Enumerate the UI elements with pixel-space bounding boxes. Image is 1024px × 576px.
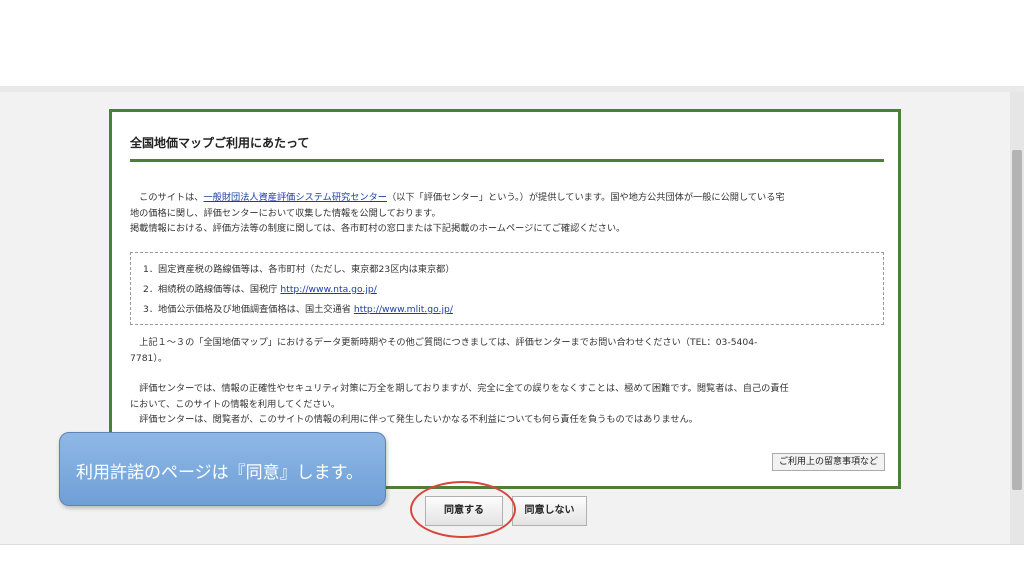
highlight-circle: [410, 481, 516, 538]
contact-paragraph: 上記１～３の「全国地価マップ」におけるデータ更新時期やその他ご質問につきましては…: [130, 335, 890, 366]
intro-line-2: 地の価格に関し、評価センターにおいて収集した情報を公開しております。: [130, 207, 441, 219]
dialog-title: 全国地価マップご利用にあたって: [130, 136, 310, 150]
browser-top-area: [0, 0, 1024, 86]
list-item: 2．相続税の路線価等は、国税庁 http://www.nta.go.jp/: [143, 280, 883, 300]
disclaimer-paragraph: 評価センターでは、情報の正確性やセキュリティ対策に万全を期しておりますが、完全に…: [130, 381, 890, 428]
center-link[interactable]: 一般財団法人資産評価システム研究センター: [204, 192, 387, 203]
contact-line-2: 7781）。: [130, 352, 168, 364]
intro-line-3: 掲載情報における、評価方法等の制度に関しては、各市町村の窓口または下記掲載のホー…: [130, 223, 626, 234]
usage-notes-button[interactable]: ご利用上の留意事項など: [772, 453, 885, 471]
disclaimer-line-3: 評価センターは、閲覧者が、このサイトの情報の利用に伴って発生したいかなる不利益に…: [130, 414, 698, 425]
list-item-text: 3．地価公示価格及び地価調査価格は、国土交通省: [143, 304, 354, 315]
mlit-link[interactable]: http://www.mlit.go.jp/: [354, 304, 453, 315]
bottom-strip: [0, 544, 1024, 576]
vertical-scrollbar[interactable]: [1010, 92, 1024, 544]
intro-text-pre: このサイトは、: [130, 192, 204, 203]
title-divider: [130, 159, 884, 162]
callout-text: 利用許諾のページは『同意』します。: [76, 463, 363, 483]
list-item: 1．固定資産税の路線価等は、各市町村（ただし、東京都23区内は東京都）: [143, 264, 455, 275]
instruction-callout: 利用許諾のページは『同意』します。: [59, 432, 386, 506]
contact-line-1: 上記１～３の「全国地価マップ」におけるデータ更新時期やその他ご質問につきましては…: [130, 337, 758, 348]
list-item: 3．地価公示価格及び地価調査価格は、国土交通省 http://www.mlit.…: [143, 300, 883, 320]
intro-text-post: （以下「評価センター」という。）が提供しています。国や地方公共団体が一般に公開し…: [386, 192, 785, 203]
nta-link[interactable]: http://www.nta.go.jp/: [280, 284, 376, 295]
disclaimer-line-1: 評価センターでは、情報の正確性やセキュリティ対策に万全を期しておりますが、完全に…: [130, 383, 789, 394]
intro-paragraph: このサイトは、一般財団法人資産評価システム研究センター（以下「評価センター」とい…: [130, 190, 890, 237]
disagree-button[interactable]: 同意しない: [512, 496, 587, 526]
scrollbar-thumb[interactable]: [1012, 150, 1022, 490]
disclaimer-line-2: において、このサイトの情報を利用してください。: [130, 398, 341, 410]
intro-line-1: このサイトは、一般財団法人資産評価システム研究センター（以下「評価センター」とい…: [130, 190, 890, 206]
list-item-text: 2．相続税の路線価等は、国税庁: [143, 284, 281, 295]
reference-list: 1．固定資産税の路線価等は、各市町村（ただし、東京都23区内は東京都） 2．相続…: [130, 252, 884, 325]
